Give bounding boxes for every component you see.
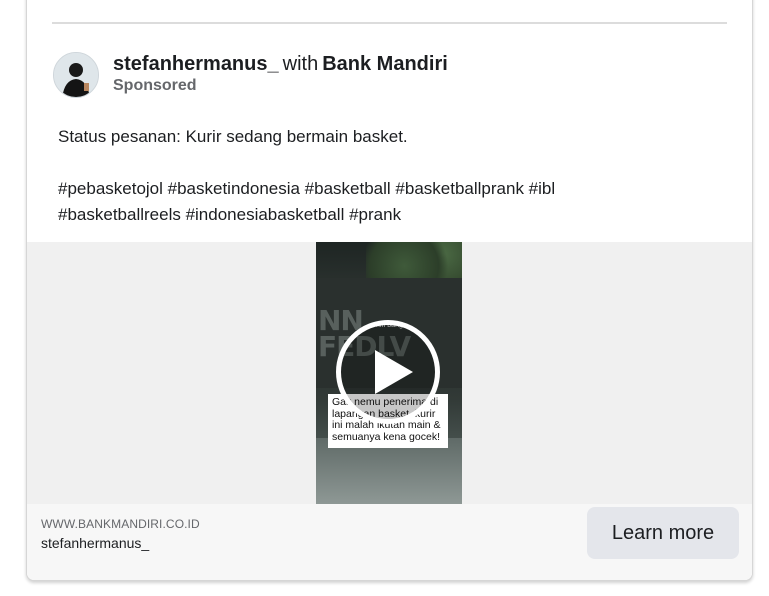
- caption-hashtags[interactable]: #basketballreels #indonesiabasketball #p…: [58, 202, 718, 228]
- post-caption: Status pesanan: Kurir sedang bermain bas…: [58, 124, 718, 228]
- partner-name[interactable]: Bank Mandiri: [322, 53, 448, 75]
- author-line: stefanhermanus_ with Bank Mandiri: [113, 52, 448, 76]
- caption-hashtags[interactable]: #pebasketojol #basketindonesia #basketba…: [58, 176, 718, 202]
- video-thumbnail[interactable]: NN FEDLV nih bang Gak nemu penerima di l…: [316, 242, 462, 504]
- play-button[interactable]: [336, 320, 440, 424]
- sponsored-label: Sponsored: [113, 77, 197, 94]
- link-footer[interactable]: WWW.BANKMANDIRI.CO.ID stefanhermanus_ Le…: [27, 504, 752, 580]
- caption-text: Status pesanan: Kurir sedang bermain bas…: [58, 127, 408, 146]
- learn-more-button[interactable]: Learn more: [587, 507, 739, 559]
- play-icon: [375, 350, 413, 394]
- media-area: NN FEDLV nih bang Gak nemu penerima di l…: [27, 242, 752, 504]
- trees-decoration: [366, 242, 462, 282]
- avatar-photo-icon: [54, 53, 98, 97]
- footer-domain: WWW.BANKMANDIRI.CO.ID: [41, 517, 200, 531]
- author-name[interactable]: stefanhermanus_: [113, 53, 279, 75]
- with-word: with: [282, 53, 319, 75]
- avatar[interactable]: [53, 52, 99, 98]
- post-header: stefanhermanus_ with Bank Mandiri Sponsore…: [53, 52, 653, 100]
- divider: [52, 22, 727, 24]
- sponsored-post-card: stefanhermanus_ with Bank Mandiri Sponsore…: [26, 0, 753, 581]
- footer-name: stefanhermanus_: [41, 535, 150, 551]
